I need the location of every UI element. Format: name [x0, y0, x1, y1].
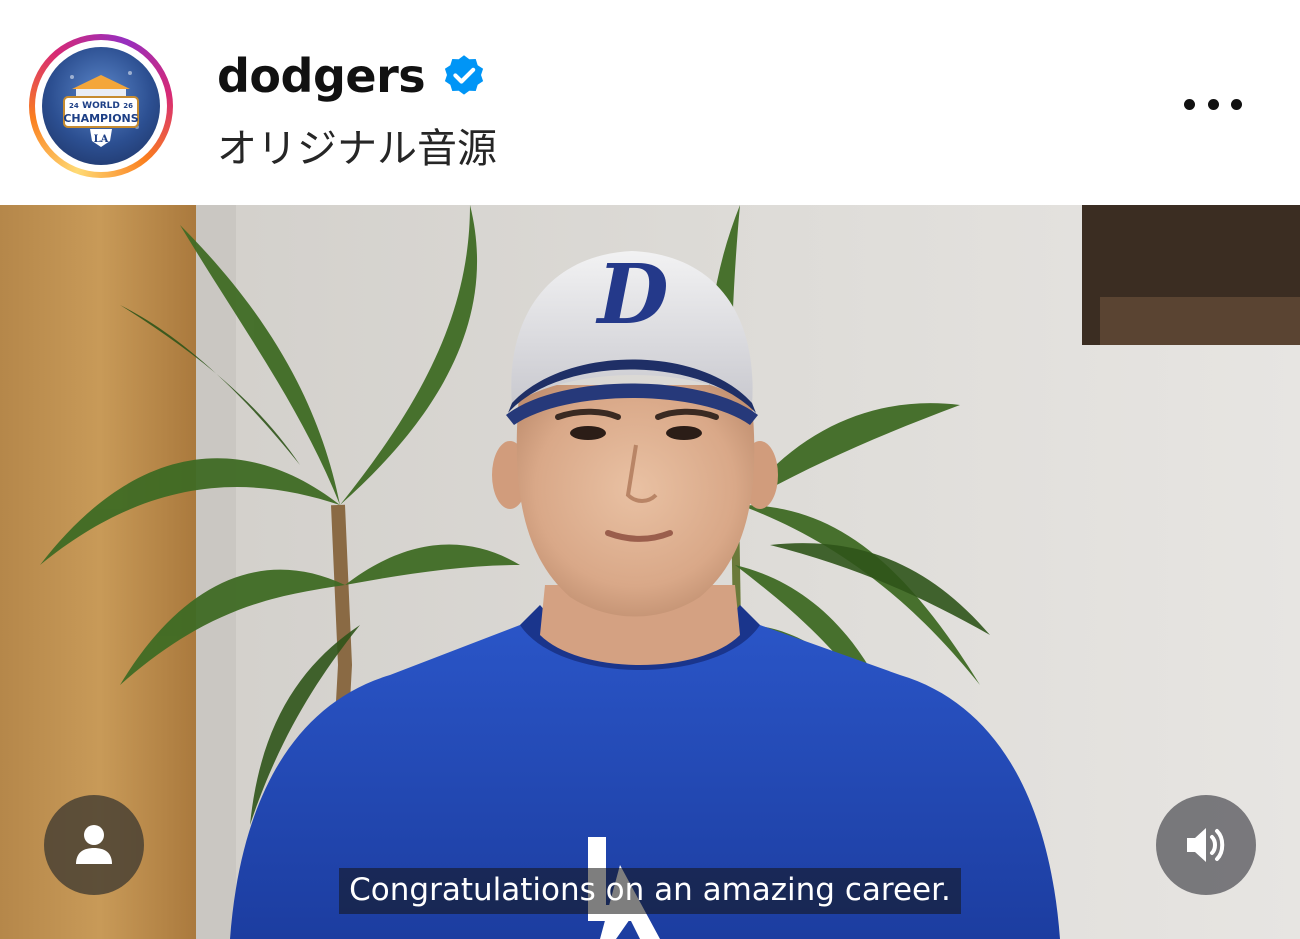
- more-options-button[interactable]: [1178, 84, 1248, 124]
- world-champions-badge-icon: WORLD 24 26 CHAMPIONS LA: [63, 71, 139, 147]
- svg-text:LA: LA: [94, 134, 109, 145]
- more-horizontal-icon: [1184, 98, 1195, 110]
- profile-avatar[interactable]: WORLD 24 26 CHAMPIONS LA: [42, 47, 160, 165]
- user-icon: [76, 825, 112, 864]
- badge-year-left: 24: [69, 102, 79, 110]
- badge-year-right: 26: [123, 102, 133, 110]
- story-ring[interactable]: WORLD 24 26 CHAMPIONS LA: [29, 34, 173, 178]
- tagged-users-button[interactable]: [44, 795, 144, 895]
- audio-link[interactable]: オリジナル音源: [217, 116, 497, 174]
- caption-text: Congratulations on an amazing career.: [339, 868, 961, 914]
- username-link[interactable]: dodgers: [217, 49, 426, 103]
- post-header: WORLD 24 26 CHAMPIONS LA dodgers オリジナル音源: [0, 0, 1300, 205]
- video-caption: Congratulations on an amazing career.: [0, 868, 1300, 914]
- badge-text-main: CHAMPIONS: [63, 112, 138, 125]
- video-frame: D: [0, 205, 1300, 939]
- speaker-on-icon: [1187, 828, 1225, 862]
- username-row: dodgers: [217, 46, 487, 106]
- svg-text:D: D: [595, 247, 668, 343]
- sound-toggle-button[interactable]: [1156, 795, 1256, 895]
- video-player[interactable]: D Congratulations on an amazing career.: [0, 205, 1300, 939]
- badge-text-top: WORLD: [82, 101, 120, 111]
- verified-badge-icon: [445, 55, 484, 95]
